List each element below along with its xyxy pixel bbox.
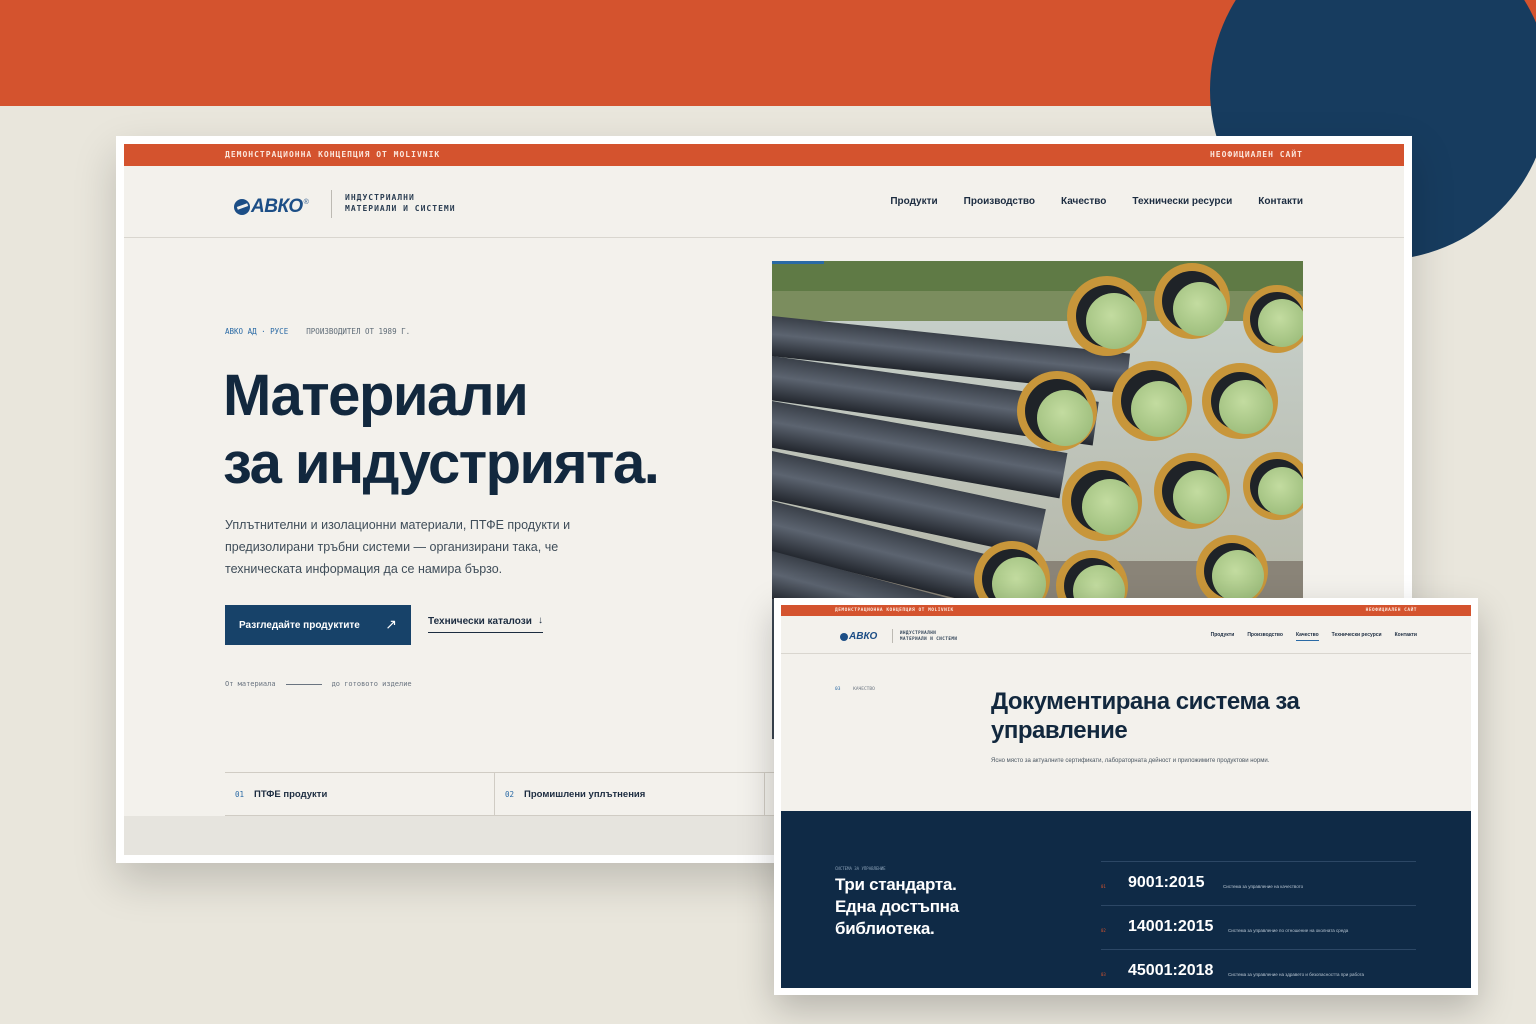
announcement-left: ДЕМОНСТРАЦИОННА КОНЦЕПЦИЯ ОТ MOLIVNIK [225,150,441,159]
section-number: 03 [835,687,841,692]
tile-gaskets[interactable]: 02 Промишлени уплътнения [495,773,765,815]
tagline-line-1: ИНДУСТРИАЛНИ [345,193,415,202]
arrow-up-right-icon: ↗ [385,616,397,632]
standard-index: 01 [1101,884,1106,889]
browse-products-button[interactable]: Разгледайте продуктите ↗ [225,605,411,645]
announcement-bar: ДЕМОНСТРАЦИОННА КОНЦЕПЦИЯ ОТ MOLIVNIK НЕ… [124,144,1404,166]
tagline-line-2: МАТЕРИАЛИ И СИСТЕМИ [900,636,958,641]
logo-mark-icon [840,632,848,641]
nav-quality[interactable]: Качество [1061,196,1106,207]
standard-row[interactable]: 03 45001:2018 Система за управление на з… [1101,949,1416,988]
eyebrow-since: ПРОИЗВОДИТЕЛ ОТ 1989 Г. [306,327,411,336]
standard-row[interactable]: 01 9001:2015 Система за управление на ка… [1101,861,1416,905]
browse-products-label: Разгледайте продуктите [239,619,360,631]
standard-row[interactable]: 02 14001:2015 Система за управление по о… [1101,905,1416,949]
nav-resources[interactable]: Технически ресурси [1132,196,1232,207]
dark-heading-line-3: библиотека. [835,919,935,938]
process-line [285,683,322,685]
announcement-right: НЕОФИЦИАЛЕН САЙТ [1209,150,1303,159]
main-nav: Продукти Производство Качество Техническ… [890,196,1303,207]
section-eyebrow: 03 КАЧЕСТВО [835,687,875,692]
tile-ptfe[interactable]: 01 ПТФЕ продукти [225,773,495,815]
logo-text: АВКО [849,631,878,642]
logo-text: АВКО [251,196,303,217]
logo-mark-icon [234,199,250,215]
category-tiles: 01 ПТФЕ продукти 02 Промишлени уплътнени… [225,772,785,816]
site-header: АВКО ® ИНДУСТРИАЛНИ МАТЕРИАЛИ И СИСТЕМИ … [124,166,1404,238]
standard-description: Система за управление на здравето и безо… [1228,972,1365,977]
tile-number: 02 [505,789,515,799]
nav-contacts[interactable]: Контакти [1258,196,1303,207]
tile-label: ПТФЕ продукти [254,788,328,800]
standard-description: Система за управление на качеството [1223,884,1304,889]
header-divider [892,629,893,643]
nav-contacts[interactable]: Контакти [1395,632,1417,641]
nav-production[interactable]: Производство [964,196,1035,207]
tagline: ИНДУСТРИАЛНИ МАТЕРИАЛИ И СИСТЕМИ [345,192,456,214]
quality-page-screenshot: ДЕМОНСТРАЦИОННА КОНЦЕПЦИЯ ОТ MOLIVNIK НЕ… [774,598,1478,995]
quality-page: ДЕМОНСТРАЦИОННА КОНЦЕПЦИЯ ОТ MOLIVNIK НЕ… [781,605,1471,988]
process-to: до готовото изделие [331,680,412,688]
tile-number: 01 [235,789,245,799]
tagline: ИНДУСТРИАЛНИ МАТЕРИАЛИ И СИСТЕМИ [900,630,957,642]
logo[interactable]: АВКО ® [234,196,309,218]
hero-title-line-2: за индустрията. [223,431,660,496]
announcement-left: ДЕМОНСТРАЦИОННА КОНЦЕПЦИЯ ОТ MOLIVNIK [835,608,954,613]
technical-catalogs-label: Технически каталози [428,616,532,627]
hero-title-line-1: Материали [223,363,529,428]
management-system-section: СИСТЕМА ЗА УПРАВЛЕНИЕ Три стандарта. Едн… [781,811,1471,988]
standard-code: 45001:2018 [1128,962,1214,979]
dark-heading: Три стандарта. Една достъпна библиотека. [835,874,959,940]
tile-label: Промишлени уплътнения [524,788,646,800]
dark-eyebrow: СИСТЕМА ЗА УПРАВЛЕНИЕ [835,866,886,871]
logo[interactable]: АВКО [840,631,877,642]
nav-quality-active[interactable]: Качество [1295,632,1319,641]
dark-heading-line-1: Три стандарта. [835,875,957,894]
announcement-right: НЕОФИЦИАЛЕН САЙТ [1365,608,1417,613]
arrow-down-icon: ↓ [538,615,543,626]
nav-products[interactable]: Продукти [890,196,937,207]
pre-insulated-pipes-illustration [772,261,1303,599]
registered-mark: ® [303,198,309,206]
standard-code: 9001:2015 [1128,874,1205,891]
nav-production[interactable]: Производство [1247,632,1283,641]
quality-title-line-2: управление [991,717,1128,744]
standard-index: 03 [1101,972,1106,977]
announcement-bar: ДЕМОНСТРАЦИОННА КОНЦЕПЦИЯ ОТ MOLIVNIK НЕ… [781,605,1471,616]
image-accent-bar [772,261,824,264]
header-divider [331,190,332,218]
quality-description: Ясно място за актуалните сертификати, ла… [991,758,1270,764]
tagline-line-2: МАТЕРИАЛИ И СИСТЕМИ [345,204,456,213]
standard-code: 14001:2015 [1128,918,1214,935]
pipes-image [772,261,1303,599]
site-header: АВКО ИНДУСТРИАЛНИ МАТЕРИАЛИ И СИСТЕМИ Пр… [781,616,1471,654]
hero-title: Материали за индустрията. [223,362,660,498]
hero-description: Уплътнителни и изолационни материали, ПТ… [225,518,571,576]
nav-resources[interactable]: Технически ресурси [1332,632,1382,641]
process-caption: От материала до готовото изделие [225,680,412,688]
main-nav: Продукти Производство Качество Техническ… [1211,632,1417,641]
quality-title-line-1: Документирана система за [991,688,1300,715]
process-from: От материала [225,680,276,688]
hero-eyebrow: АВКО АД · РУСЕ ПРОИЗВОДИТЕЛ ОТ 1989 Г. [225,327,410,336]
dark-heading-line-2: Една достъпна [835,897,959,916]
section-label: КАЧЕСТВО [853,687,875,692]
technical-catalogs-link[interactable]: Технически каталози ↓ [428,615,543,633]
quality-title: Документирана система за управление [991,687,1300,745]
standard-description: Система за управление по отношение на ок… [1228,928,1349,933]
standard-index: 02 [1101,928,1106,933]
eyebrow-company: АВКО АД · РУСЕ [225,327,289,336]
nav-products[interactable]: Продукти [1211,632,1235,641]
